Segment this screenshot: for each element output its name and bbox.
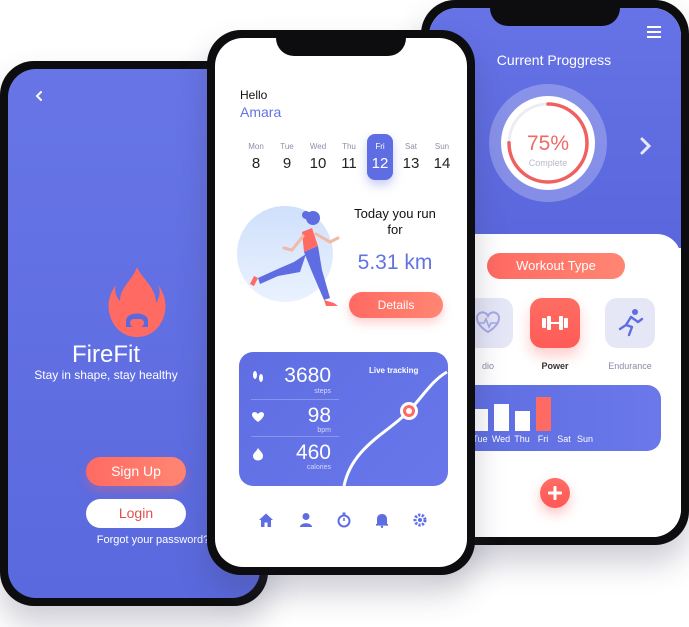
calendar-day-number: 11 — [341, 155, 357, 172]
calendar-day-number: 8 — [251, 155, 261, 172]
chart-day-label: Fri — [537, 434, 549, 444]
home-screen: Hello Amara Mon 8 Tue 9 Wed 10 Thu 11 Fri 12 Sat 13… — [215, 38, 467, 567]
brand-name: FireFit — [72, 341, 140, 368]
progress-complete-label: Complete — [528, 158, 568, 168]
calendar-day-thu[interactable]: Thu 11 — [336, 134, 362, 180]
calendar-day-tue[interactable]: Tue 9 — [274, 134, 300, 180]
calendar-day-number: 13 — [402, 155, 420, 172]
weekly-activity-chart: MonTueWedThuFriSatSun — [450, 385, 661, 451]
runner-icon — [618, 309, 644, 337]
calendar-day-fri[interactable]: Fri 12 — [367, 134, 393, 180]
home-icon[interactable] — [258, 512, 274, 528]
plus-icon — [548, 486, 562, 500]
dumbbell-icon — [542, 316, 568, 330]
chart-bar-fri — [536, 397, 551, 431]
timer-icon[interactable] — [336, 512, 352, 528]
chart-day-label: Thu — [514, 434, 530, 444]
user-name: Amara — [240, 104, 282, 120]
chevron-left-icon[interactable] — [34, 91, 44, 101]
heart-icon — [252, 412, 264, 422]
chart-bar-tue — [473, 409, 488, 431]
chart-bar-thu — [515, 411, 530, 431]
chevron-right-icon[interactable] — [639, 136, 653, 156]
calories-unit: calories — [306, 464, 331, 471]
workout-type-button[interactable]: Workout Type — [487, 253, 625, 279]
greeting: Hello — [240, 88, 268, 102]
flame-icon — [253, 448, 263, 461]
bell-icon[interactable] — [374, 512, 390, 528]
workout-power-label: Power — [541, 361, 569, 371]
user-icon[interactable] — [298, 512, 314, 528]
workout-endurance-label: Endurance — [608, 361, 652, 371]
calories-value: 460 — [295, 441, 331, 464]
calendar-day-name: Fri — [375, 142, 385, 151]
progress-title: Current Proggress — [496, 52, 612, 68]
calendar-day-name: Sun — [434, 142, 450, 151]
chart-day-label: Sun — [576, 434, 593, 444]
signup-button[interactable]: Sign Up — [86, 457, 186, 486]
calendar-day-wed[interactable]: Wed 10 — [305, 134, 331, 180]
login-button[interactable]: Login — [86, 499, 186, 528]
calendar-day-number: 14 — [433, 155, 451, 172]
calendar-day-sat[interactable]: Sat 13 — [398, 134, 424, 180]
workout-endurance-tile[interactable] — [605, 298, 655, 348]
flame-kettlebell-icon — [108, 267, 166, 337]
chart-day-label: Wed — [491, 434, 511, 444]
heart-rate-unit: bpm — [317, 427, 331, 434]
home-phone: Hello Amara Mon 8 Tue 9 Wed 10 Thu 11 Fri 12 Sat 13… — [207, 30, 475, 575]
run-distance: 5.31 km — [357, 251, 433, 274]
stat-divider — [251, 436, 339, 437]
live-tracking-card: Live tracking 3680 steps 98 bpm 460 calo… — [239, 352, 448, 486]
heart-rate-value: 98 — [307, 404, 331, 427]
calendar-day-name: Thu — [342, 142, 356, 151]
phone-notch — [276, 30, 406, 56]
chart-bar-wed — [494, 404, 509, 431]
stat-divider — [251, 399, 339, 400]
brand-tagline: Stay in shape, stay healthy — [34, 368, 178, 382]
runner-illustration — [250, 211, 340, 306]
calendar-day-number: 12 — [371, 155, 389, 172]
chart-day-label: Sat — [557, 434, 571, 444]
workout-power-tile[interactable] — [530, 298, 580, 348]
steps-value: 3680 — [284, 364, 331, 387]
phone-notch — [490, 0, 620, 26]
calendar-day-name: Sat — [404, 142, 417, 151]
calendar-day-name: Tue — [280, 142, 294, 151]
run-title: Today you run for — [354, 206, 436, 237]
details-button[interactable]: Details — [349, 292, 443, 318]
add-workout-button[interactable] — [540, 478, 570, 508]
calendar-day-name: Wed — [309, 142, 327, 151]
footsteps-icon — [253, 371, 263, 382]
live-tracking-title: Live tracking — [369, 366, 419, 375]
menu-icon[interactable] — [647, 26, 661, 38]
calendar-day-number: 9 — [282, 155, 292, 172]
calendar-day-number: 10 — [309, 155, 327, 172]
calendar-day-name: Mon — [248, 142, 264, 151]
progress-percent: 75% — [526, 132, 570, 155]
calendar-day-mon[interactable]: Mon 8 — [243, 134, 269, 180]
settings-icon[interactable] — [412, 512, 428, 528]
calendar-day-sun[interactable]: Sun 14 — [429, 134, 455, 180]
steps-unit: steps — [314, 388, 331, 395]
